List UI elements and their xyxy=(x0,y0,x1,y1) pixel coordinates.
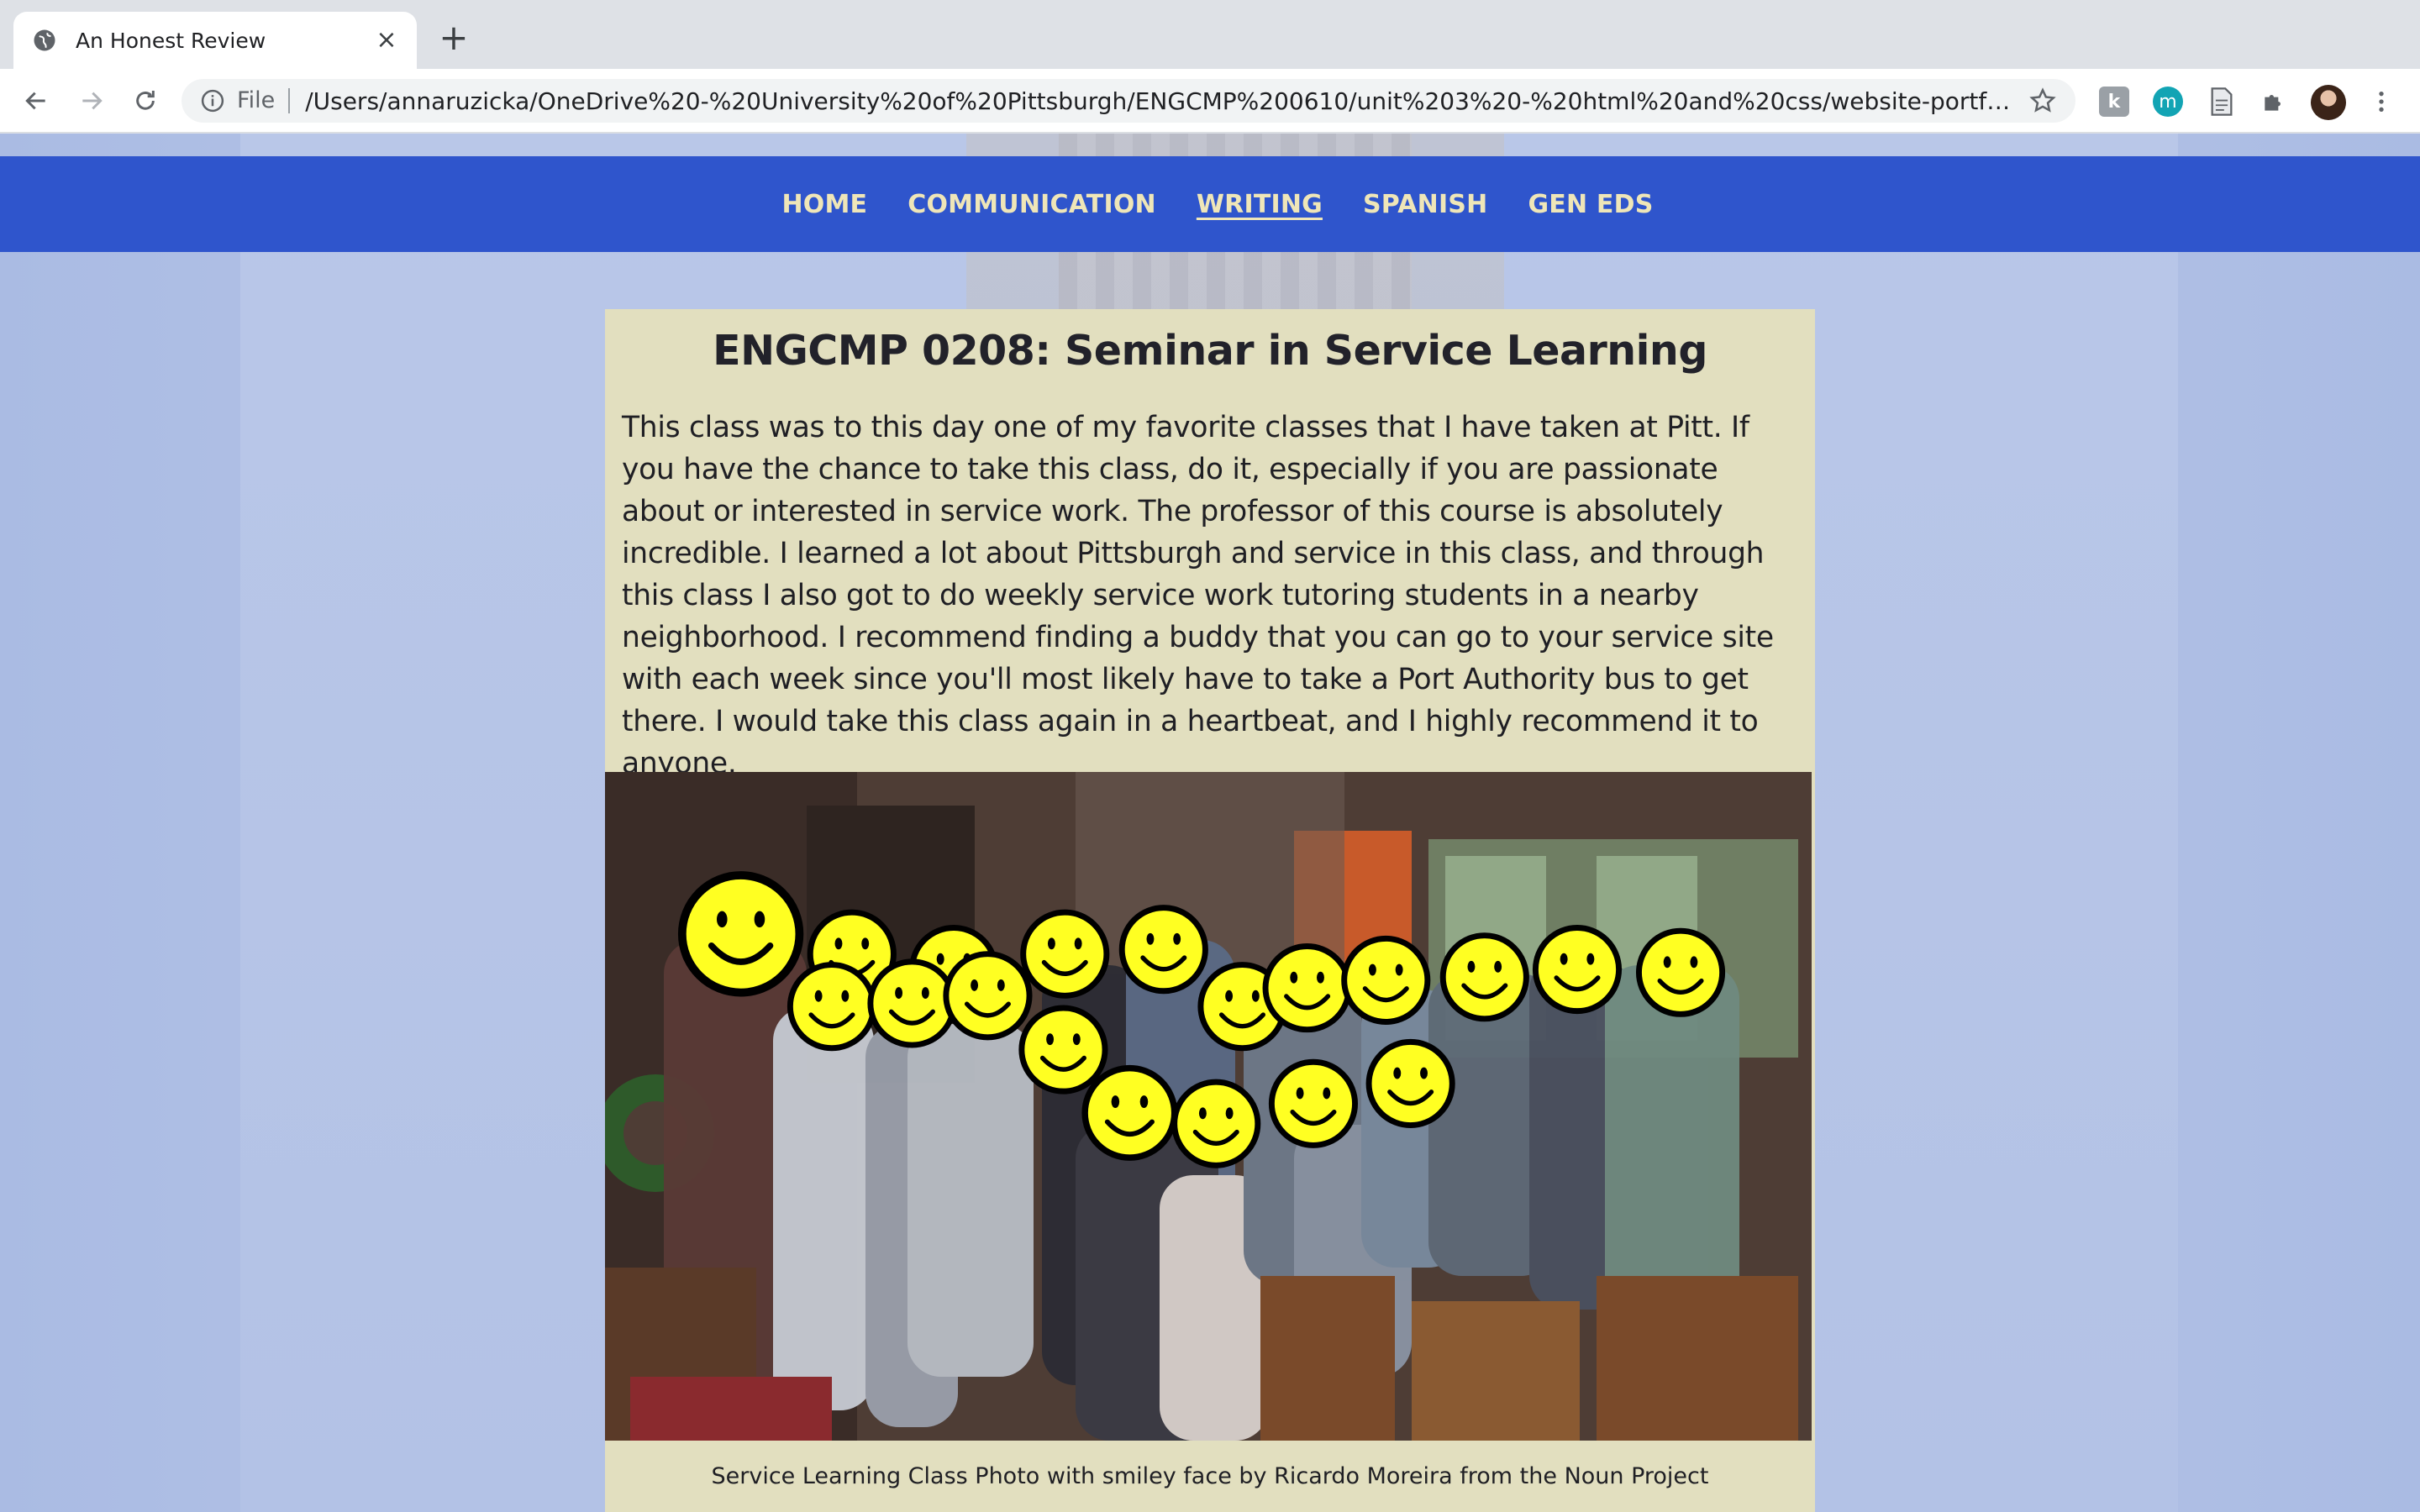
nav-link-communication[interactable]: COMMUNICATION xyxy=(908,190,1156,219)
avatar[interactable] xyxy=(2311,85,2346,120)
smiley-face-icon xyxy=(1532,925,1623,1015)
smiley-face-icon xyxy=(677,871,804,997)
m-extension-icon[interactable]: m xyxy=(2153,87,2183,117)
smiley-face-icon xyxy=(1081,1064,1178,1161)
smiley-face-icon xyxy=(867,958,957,1048)
page-title: ENGCMP 0208: Seminar in Service Learning xyxy=(713,327,1707,375)
close-tab-icon[interactable]: × xyxy=(375,28,398,53)
smiley-face-icon xyxy=(1118,905,1208,995)
smiley-face-icon xyxy=(1341,935,1431,1025)
site-navbar: HOME COMMUNICATION WRITING SPANISH GEN EDS xyxy=(0,156,2420,252)
url-scheme-label: File xyxy=(237,88,291,113)
back-arrow-icon[interactable] xyxy=(18,83,54,118)
smiley-face-icon xyxy=(1171,1079,1261,1168)
smiley-face-icon xyxy=(1635,927,1726,1017)
page-viewport: HOME COMMUNICATION WRITING SPANISH GEN EDS E… xyxy=(0,134,2420,1512)
nav-link-writing[interactable]: WRITING xyxy=(1197,190,1323,219)
nav-link-spanish[interactable]: SPANISH xyxy=(1363,190,1487,219)
puzzle-icon[interactable] xyxy=(2259,87,2289,117)
k-extension-icon[interactable]: k xyxy=(2099,87,2129,117)
photo-caption: Service Learning Class Photo with smiley… xyxy=(711,1463,1709,1489)
browser-tab-active[interactable]: An Honest Review × xyxy=(13,12,417,69)
nav-link-home[interactable]: HOME xyxy=(781,190,867,219)
info-icon[interactable] xyxy=(200,88,225,113)
globe-icon xyxy=(34,29,55,51)
smiley-face-icon xyxy=(1365,1038,1455,1129)
smiley-face-icon xyxy=(1020,909,1110,999)
browser-toolbar: File /Users/annaruzicka/OneDrive%20-%20U… xyxy=(0,69,2420,133)
nav-link-gen-eds[interactable]: GEN EDS xyxy=(1528,190,1653,219)
reload-icon[interactable] xyxy=(128,83,163,118)
browser-tabstrip: An Honest Review × + xyxy=(0,0,2420,69)
article-card: ENGCMP 0208: Seminar in Service Learning… xyxy=(605,309,1815,1512)
new-tab-icon[interactable]: + xyxy=(437,20,471,55)
bookmark-star-icon[interactable] xyxy=(2028,87,2057,115)
smiley-face-icon xyxy=(786,962,877,1052)
document-icon[interactable] xyxy=(2207,87,2237,117)
smiley-face-icon xyxy=(1262,943,1352,1033)
address-bar[interactable]: File /Users/annaruzicka/OneDrive%20-%20U… xyxy=(182,79,2075,123)
smiley-face-icon xyxy=(1439,932,1529,1022)
smiley-face-icon xyxy=(943,951,1033,1041)
class-photo xyxy=(605,772,1812,1441)
more-menu-icon[interactable] xyxy=(2368,87,2395,116)
forward-arrow-icon[interactable] xyxy=(74,83,109,118)
smiley-face-icon xyxy=(1268,1058,1359,1148)
url-text[interactable]: /Users/annaruzicka/OneDrive%20-%20Univer… xyxy=(305,87,2013,115)
smiley-face-icon xyxy=(1018,1005,1108,1095)
tab-title: An Honest Review xyxy=(76,28,266,53)
